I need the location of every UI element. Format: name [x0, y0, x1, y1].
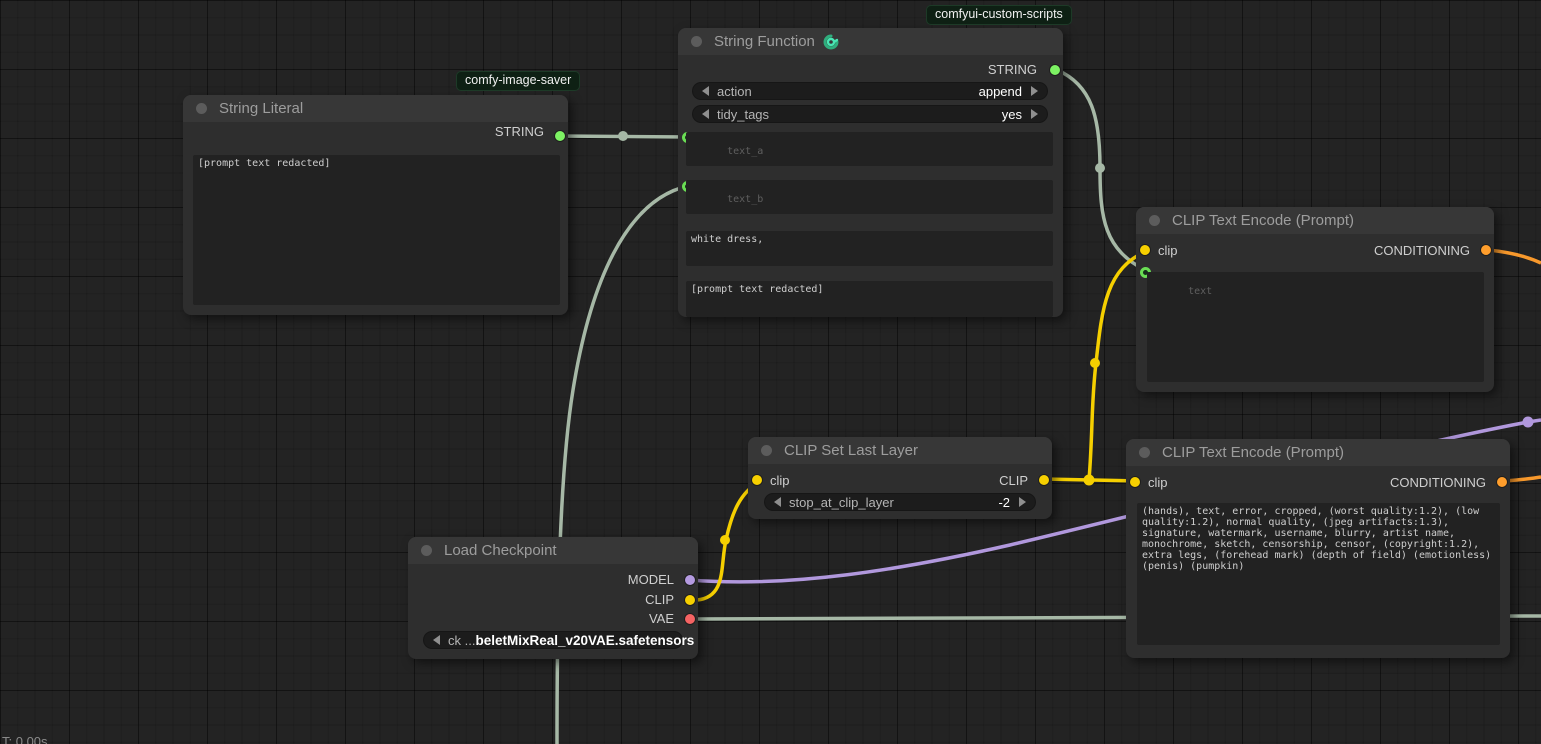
text-b-textarea[interactable]: text_b: [686, 180, 1053, 214]
node-load-checkpoint[interactable]: Load Checkpoint MODEL CLIP VAE ck ... be…: [408, 537, 698, 659]
output-label-vae: VAE: [649, 611, 674, 626]
output-dot-string[interactable]: [555, 131, 565, 141]
widget-tidy-tags[interactable]: tidy_tags yes: [692, 105, 1048, 123]
link-dot[interactable]: [1095, 163, 1105, 173]
widget-action[interactable]: action append: [692, 82, 1048, 100]
node-title: String Literal: [219, 100, 303, 117]
node-string-literal[interactable]: String Literal STRING [prompt text redac…: [183, 95, 568, 315]
wire-conditioning-top-to-offscreen: [1488, 250, 1541, 263]
node-title: String Function: [714, 33, 815, 50]
output-dot-clip[interactable]: [685, 595, 695, 605]
output-label-model: MODEL: [628, 572, 674, 587]
output-label-string: STRING: [988, 62, 1037, 77]
node-title: CLIP Text Encode (Prompt): [1172, 212, 1354, 229]
widget-right-arrow-icon[interactable]: [1031, 109, 1038, 119]
node-header[interactable]: CLIP Text Encode (Prompt): [1136, 207, 1494, 234]
wire-string-function-to-text: [1057, 70, 1147, 271]
collapse-dot-icon[interactable]: [196, 103, 207, 114]
widget-value: beletMixReal_v20VAE.safetensors: [475, 633, 694, 648]
input-label-clip: clip: [1148, 475, 1168, 490]
node-title: CLIP Set Last Layer: [784, 442, 918, 459]
input-dot-clip[interactable]: [1130, 477, 1140, 487]
widget-left-arrow-icon[interactable]: [702, 86, 709, 96]
output-label-string: STRING: [495, 124, 544, 139]
widget-name: action: [717, 84, 979, 99]
node-clip-text-encode-top[interactable]: CLIP Text Encode (Prompt) clip CONDITION…: [1136, 207, 1494, 392]
collapse-dot-icon[interactable]: [691, 36, 702, 47]
node-graph-canvas[interactable]: comfy-image-saver comfyui-custom-scripts…: [0, 0, 1541, 744]
link-dot[interactable]: [1084, 475, 1095, 486]
string-textarea[interactable]: [prompt text redacted]: [193, 155, 560, 305]
link-dot[interactable]: [1523, 417, 1534, 428]
node-clip-text-encode-bottom[interactable]: CLIP Text Encode (Prompt) clip CONDITION…: [1126, 439, 1510, 658]
widget-name: tidy_tags: [717, 107, 1002, 122]
widget-left-arrow-icon[interactable]: [774, 497, 781, 507]
node-header[interactable]: String Function: [678, 28, 1063, 55]
widget-value: -2: [998, 495, 1010, 510]
negative-prompt-textarea[interactable]: (hands), text, error, cropped, (worst qu…: [1137, 503, 1500, 645]
widget-name: ck ...: [448, 633, 475, 648]
wire-offscreen-to-text-b: [557, 186, 688, 744]
widget-left-arrow-icon[interactable]: [433, 635, 440, 645]
output-dot-model[interactable]: [685, 575, 695, 585]
widget-name: stop_at_clip_layer: [789, 495, 998, 510]
widget-ckpt-name[interactable]: ck ... beletMixReal_v20VAE.safetensors: [423, 631, 683, 649]
text-d-textarea[interactable]: [prompt text redacted]: [686, 281, 1053, 317]
collapse-dot-icon[interactable]: [421, 545, 432, 556]
canvas-stats-text: T: 0.00s: [2, 734, 48, 744]
link-dot[interactable]: [1090, 358, 1100, 368]
output-dot-clip[interactable]: [1039, 475, 1049, 485]
input-dot-clip[interactable]: [1140, 245, 1150, 255]
widget-value: yes: [1002, 107, 1022, 122]
node-title: Load Checkpoint: [444, 542, 557, 559]
text-textarea[interactable]: text: [1147, 272, 1484, 382]
widget-value: append: [979, 84, 1022, 99]
node-header[interactable]: Load Checkpoint: [408, 537, 698, 564]
widget-right-arrow-icon[interactable]: [1031, 86, 1038, 96]
node-title: CLIP Text Encode (Prompt): [1162, 444, 1344, 461]
output-dot-conditioning[interactable]: [1481, 245, 1491, 255]
node-string-function[interactable]: String Function STRING action append tid…: [678, 28, 1063, 317]
widget-stop-at-clip-layer[interactable]: stop_at_clip_layer -2: [764, 493, 1036, 511]
node-header[interactable]: CLIP Text Encode (Prompt): [1126, 439, 1510, 466]
output-dot-vae[interactable]: [685, 614, 695, 624]
input-label-clip: clip: [1158, 243, 1178, 258]
textarea-placeholder: text_b: [727, 194, 763, 205]
link-dot[interactable]: [618, 131, 628, 141]
wire-conditioning-bottom-to-offscreen: [1505, 477, 1541, 481]
node-header[interactable]: CLIP Set Last Layer: [748, 437, 1052, 464]
widget-left-arrow-icon[interactable]: [702, 109, 709, 119]
widget-right-arrow-icon[interactable]: [1019, 497, 1026, 507]
collapse-dot-icon[interactable]: [761, 445, 772, 456]
textarea-placeholder: text_a: [727, 146, 763, 157]
text-c-textarea[interactable]: white dress,: [686, 231, 1053, 266]
node-clip-set-last-layer[interactable]: CLIP Set Last Layer clip CLIP stop_at_cl…: [748, 437, 1052, 519]
custom-scripts-swirl-icon: [823, 34, 839, 50]
output-label-conditioning: CONDITIONING: [1374, 243, 1470, 258]
output-dot-conditioning[interactable]: [1497, 477, 1507, 487]
node-header[interactable]: String Literal: [183, 95, 568, 122]
collapse-dot-icon[interactable]: [1139, 447, 1150, 458]
link-dot[interactable]: [720, 535, 730, 545]
collapse-dot-icon[interactable]: [1149, 215, 1160, 226]
input-label-clip: clip: [770, 473, 790, 488]
output-label-clip: CLIP: [999, 473, 1028, 488]
output-label-conditioning: CONDITIONING: [1390, 475, 1486, 490]
output-label-clip: CLIP: [645, 592, 674, 607]
text-a-textarea[interactable]: text_a: [686, 132, 1053, 166]
node-badge: comfyui-custom-scripts: [926, 5, 1072, 25]
node-badge: comfy-image-saver: [456, 71, 580, 91]
input-dot-clip[interactable]: [752, 475, 762, 485]
wire-string-literal-to-text-a: [558, 136, 688, 137]
textarea-placeholder: text: [1188, 286, 1212, 297]
output-dot-string[interactable]: [1050, 65, 1060, 75]
